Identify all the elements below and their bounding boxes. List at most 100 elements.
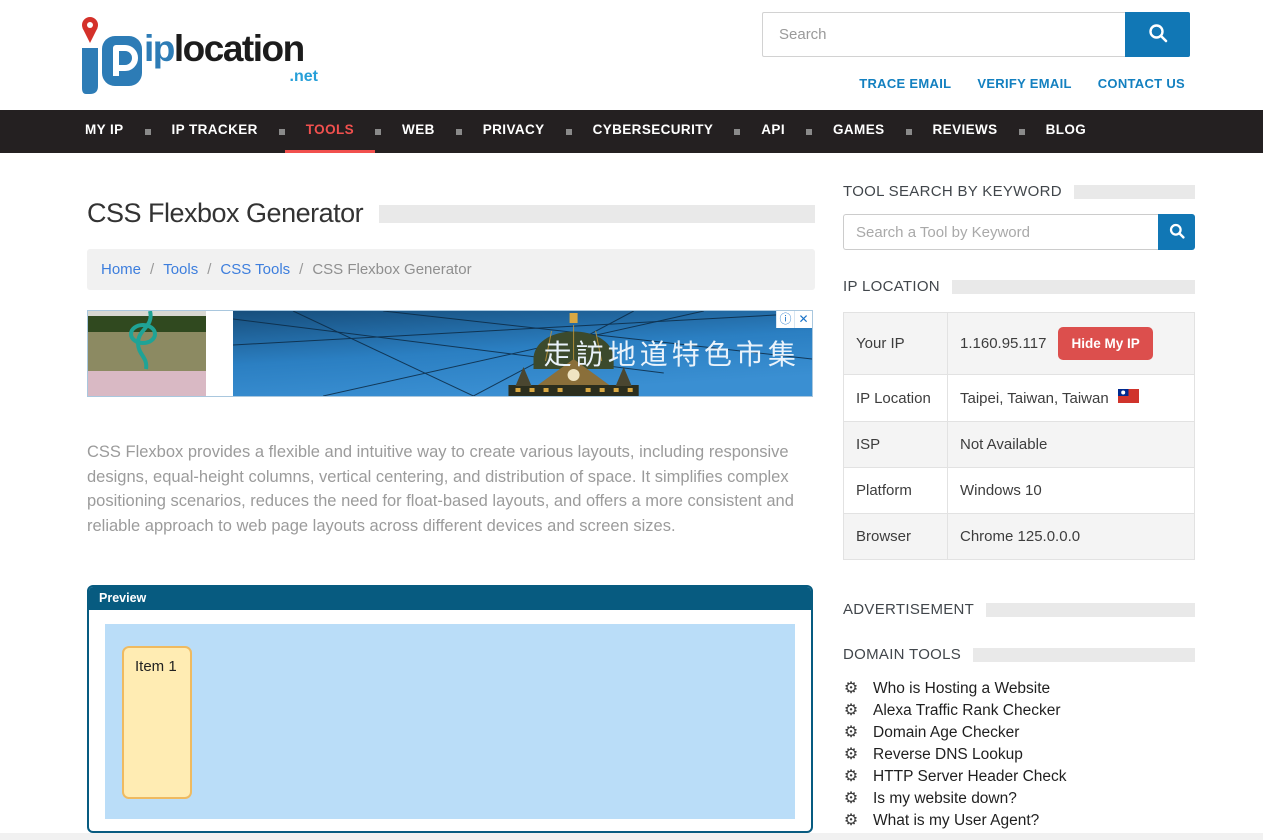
row-label: IP Location [844, 375, 948, 422]
breadcrumb-home[interactable]: Home [101, 261, 141, 278]
ad-main-image: 走訪地道特色市集 ⓘ ✕ [233, 311, 812, 396]
domain-tool-label: HTTP Server Header Check [873, 768, 1067, 786]
gear-icon: ⚙ [843, 769, 859, 785]
ip-location-value: Taipei, Taiwan, Taiwan [960, 390, 1109, 407]
next-section-edge [0, 833, 1263, 840]
iplocation-page: iplocation .net TRACE EMAIL VERIFY EMAIL… [0, 0, 1263, 840]
title-decorative-bar [379, 205, 815, 223]
page-title: CSS Flexbox Generator [87, 198, 363, 229]
title-row: CSS Flexbox Generator [87, 198, 815, 229]
advertisement-heading: ADVERTISEMENT [843, 601, 974, 618]
row-label: Your IP [844, 313, 948, 375]
breadcrumb-separator: / [207, 261, 211, 278]
trace-email-link[interactable]: TRACE EMAIL [859, 76, 951, 91]
header-search-input[interactable] [762, 12, 1125, 57]
ad-info-icon[interactable]: ⓘ [776, 311, 794, 328]
domain-tool-http-header[interactable]: ⚙ HTTP Server Header Check [843, 766, 1195, 788]
your-ip-value: 1.160.95.117 [960, 335, 1046, 352]
tool-description: CSS Flexbox provides a flexible and intu… [87, 440, 803, 538]
browser-value: Chrome 125.0.0.0 [948, 514, 1195, 560]
nav-item-privacy[interactable]: PRIVACY [462, 110, 566, 153]
platform-value: Windows 10 [948, 468, 1195, 514]
gear-icon: ⚙ [843, 813, 859, 829]
hide-my-ip-button[interactable]: Hide My IP [1058, 327, 1152, 360]
tool-search-heading: TOOL SEARCH BY KEYWORD [843, 183, 1062, 200]
ad-caption: 走訪地道特色市集 [544, 339, 800, 370]
flexbox-preview-container: Item 1 [105, 624, 795, 819]
ip-location-heading-row: IP LOCATION [843, 278, 1195, 295]
ad-close-icon[interactable]: ✕ [794, 311, 812, 328]
iplocation-logo[interactable]: iplocation .net [76, 6, 316, 98]
contact-us-link[interactable]: CONTACT US [1098, 76, 1185, 91]
ad-badges: ⓘ ✕ [776, 311, 812, 328]
table-row: IP Location Taipei, Taiwan, Taiwan [844, 375, 1195, 422]
advertisement-heading-row: ADVERTISEMENT [843, 601, 1195, 618]
breadcrumb-tools[interactable]: Tools [163, 261, 198, 278]
preview-panel: Preview Item 1 [87, 585, 813, 833]
isp-value: Not Available [948, 422, 1195, 468]
logo-wordmark: iplocation [144, 28, 304, 70]
domain-tool-label: Alexa Traffic Rank Checker [873, 702, 1061, 720]
table-row: Your IP 1.160.95.117 Hide My IP [844, 313, 1195, 375]
row-label: Browser [844, 514, 948, 560]
breadcrumb-separator: / [150, 261, 154, 278]
tool-search-input[interactable] [843, 214, 1158, 250]
verify-email-link[interactable]: VERIFY EMAIL [977, 76, 1071, 91]
domain-tool-domain-age[interactable]: ⚙ Domain Age Checker [843, 722, 1195, 744]
domain-tools-heading: DOMAIN TOOLS [843, 646, 961, 663]
nav-item-web[interactable]: WEB [381, 110, 456, 153]
taiwan-flag-icon [1118, 389, 1139, 407]
domain-tool-alexa-rank[interactable]: ⚙ Alexa Traffic Rank Checker [843, 700, 1195, 722]
domain-tools-heading-row: DOMAIN TOOLS [843, 646, 1195, 663]
header-search [762, 12, 1190, 57]
breadcrumb: Home / Tools / CSS Tools / CSS Flexbox G… [87, 249, 815, 290]
nav-item-api[interactable]: API [740, 110, 806, 153]
heading-decorative-bar [986, 603, 1195, 617]
preview-header: Preview [89, 587, 811, 610]
nav-item-games[interactable]: GAMES [812, 110, 906, 153]
table-row: Browser Chrome 125.0.0.0 [844, 514, 1195, 560]
gear-icon: ⚙ [843, 681, 859, 697]
table-row: ISP Not Available [844, 422, 1195, 468]
header-links: TRACE EMAIL VERIFY EMAIL CONTACT US [859, 76, 1185, 91]
nav-item-ip-tracker[interactable]: IP TRACKER [151, 110, 279, 153]
logo-tld: .net [290, 68, 318, 86]
domain-tool-website-down[interactable]: ⚙ Is my website down? [843, 788, 1195, 810]
nav-item-blog[interactable]: BLOG [1025, 110, 1108, 153]
breadcrumb-separator: / [299, 261, 303, 278]
domain-tool-label: Is my website down? [873, 790, 1017, 808]
heading-decorative-bar [973, 648, 1195, 662]
ad-left-image [88, 311, 206, 396]
nav-item-my-ip[interactable]: MY IP [85, 110, 145, 153]
header-search-button[interactable] [1125, 12, 1190, 57]
gear-icon: ⚙ [843, 791, 859, 807]
ad-gap [206, 311, 233, 396]
domain-tool-label: What is my User Agent? [873, 812, 1039, 830]
row-label: Platform [844, 468, 948, 514]
nav-item-tools[interactable]: TOOLS [285, 110, 375, 153]
domain-tool-label: Reverse DNS Lookup [873, 746, 1023, 764]
domain-tools-list: ⚙ Who is Hosting a Website ⚙ Alexa Traff… [843, 678, 1195, 832]
ad-banner[interactable]: 走訪地道特色市集 ⓘ ✕ [87, 310, 813, 397]
row-label: ISP [844, 422, 948, 468]
breadcrumb-css-tools[interactable]: CSS Tools [220, 261, 290, 278]
nav-item-cybersecurity[interactable]: CYBERSECURITY [572, 110, 735, 153]
gear-icon: ⚙ [843, 747, 859, 763]
heading-decorative-bar [952, 280, 1195, 294]
domain-tool-who-is-hosting[interactable]: ⚙ Who is Hosting a Website [843, 678, 1195, 700]
ip-location-heading: IP LOCATION [843, 278, 940, 295]
tool-search-button[interactable] [1158, 214, 1195, 250]
iplocation-logo-icon [76, 10, 142, 103]
nav-item-reviews[interactable]: REVIEWS [912, 110, 1019, 153]
search-icon [1148, 23, 1168, 46]
flexbox-preview-item[interactable]: Item 1 [122, 646, 192, 799]
table-row: Platform Windows 10 [844, 468, 1195, 514]
search-icon [1169, 223, 1185, 242]
domain-tool-reverse-dns[interactable]: ⚙ Reverse DNS Lookup [843, 744, 1195, 766]
gear-icon: ⚙ [843, 703, 859, 719]
domain-tool-user-agent[interactable]: ⚙ What is my User Agent? [843, 810, 1195, 832]
gear-icon: ⚙ [843, 725, 859, 741]
tool-search-heading-row: TOOL SEARCH BY KEYWORD [843, 183, 1195, 200]
heading-decorative-bar [1074, 185, 1195, 199]
breadcrumb-current: CSS Flexbox Generator [312, 261, 471, 278]
